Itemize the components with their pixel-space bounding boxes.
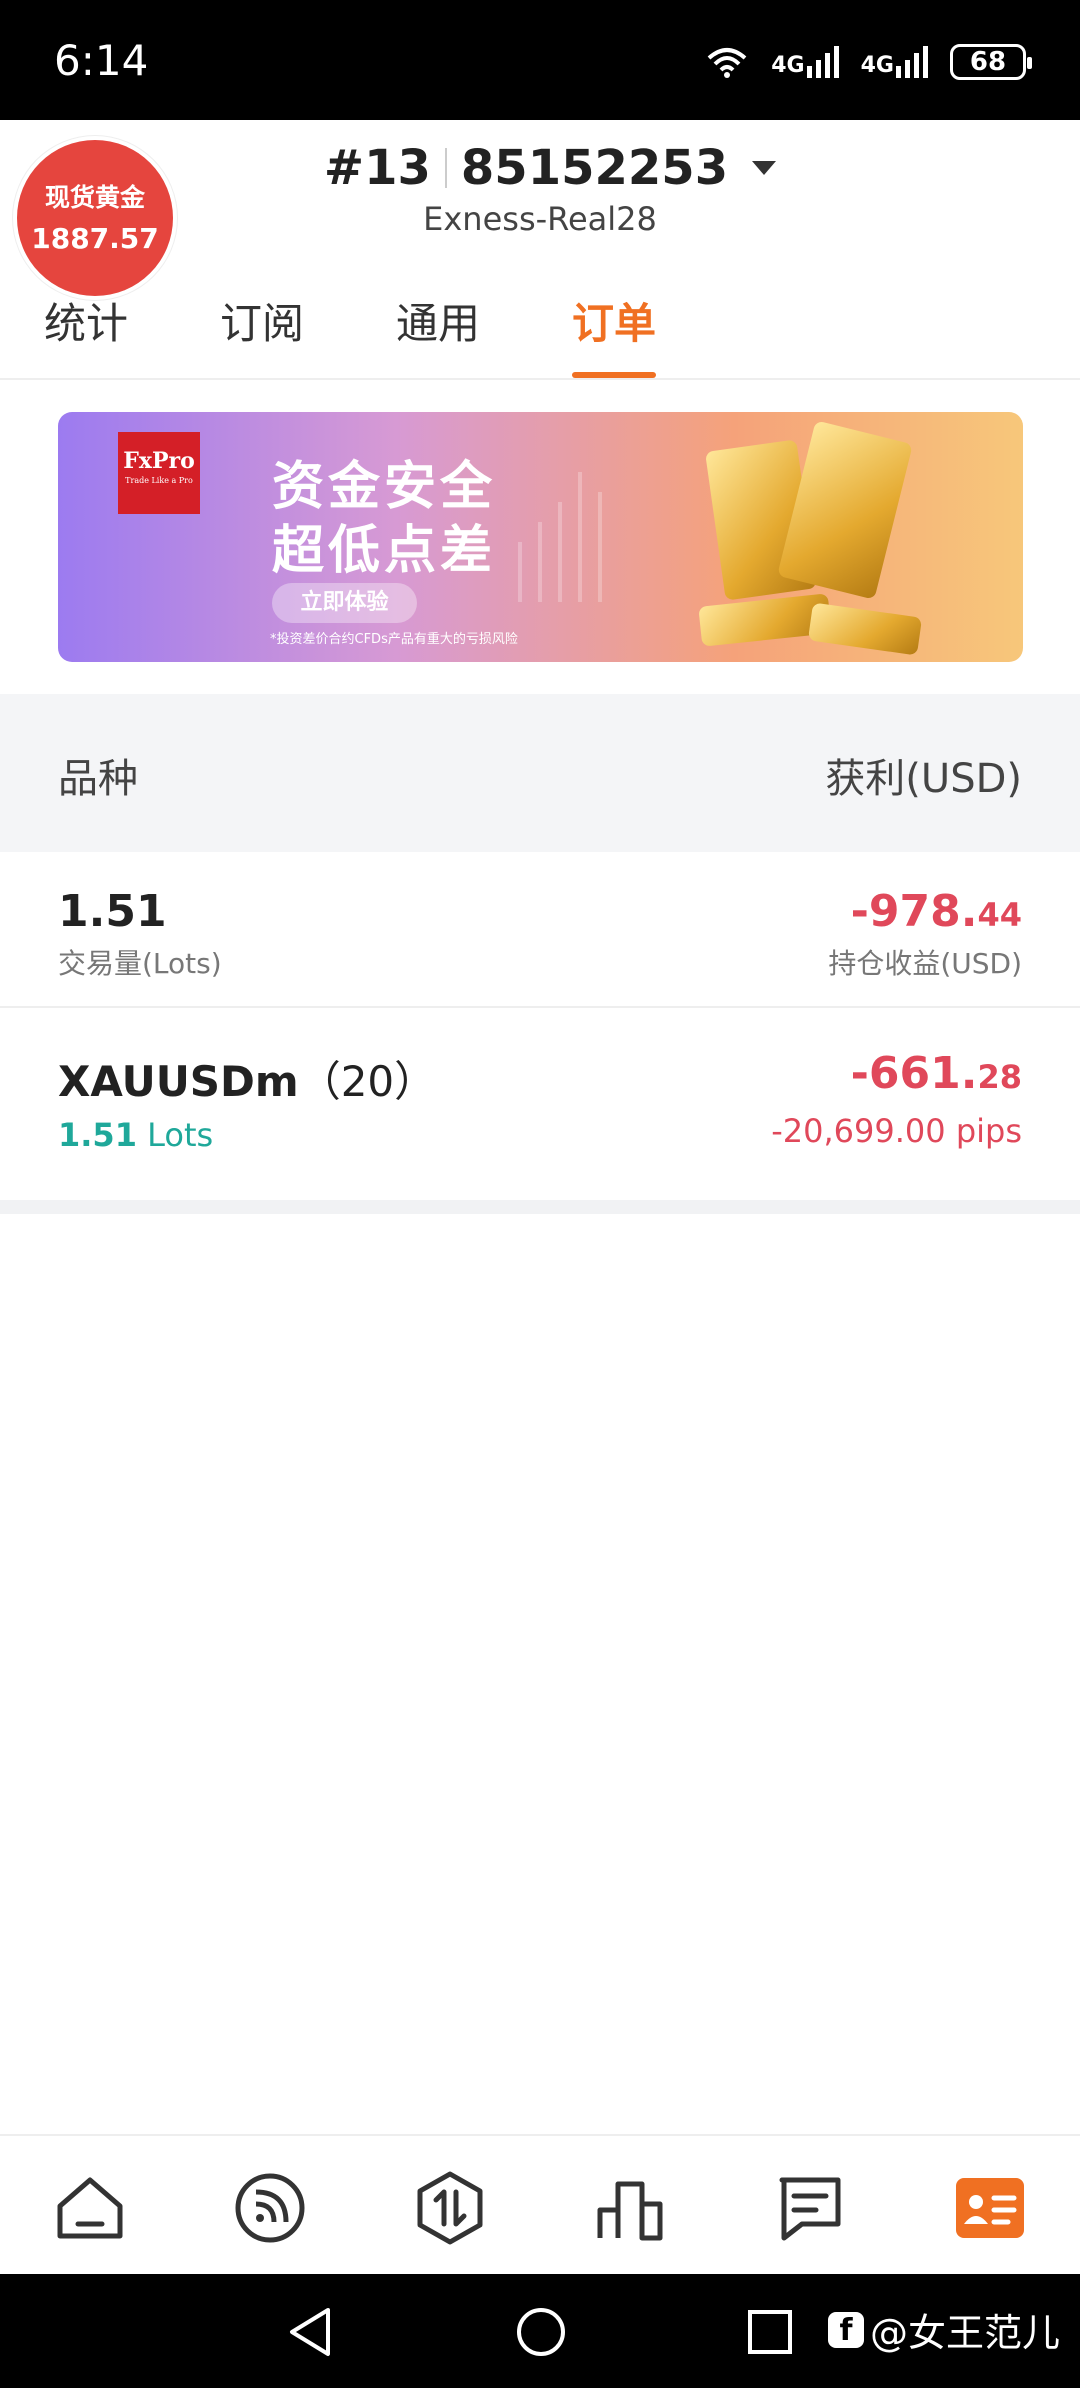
caret-down-icon[interactable] bbox=[752, 161, 777, 175]
status-time: 6:14 bbox=[54, 36, 149, 85]
tab-general[interactable]: 通用 bbox=[396, 290, 480, 378]
total-profit: -978.44 bbox=[850, 886, 1022, 937]
watermark: f @女王范儿 bbox=[827, 2302, 1060, 2357]
trade-icon[interactable] bbox=[412, 2170, 488, 2246]
fxpro-logo: FxPro Trade Like a Pro bbox=[118, 432, 200, 514]
order-symbol: XAUUSDm（20） bbox=[58, 1057, 437, 1106]
signal-2-icon: 4G bbox=[861, 46, 928, 78]
total-profit-label: 持仓收益(USD) bbox=[828, 947, 1022, 980]
column-profit: 获利(USD) bbox=[825, 756, 1022, 802]
column-symbol: 品种 bbox=[58, 756, 138, 802]
gold-badge-price: 1887.57 bbox=[31, 222, 159, 255]
home-circle-icon[interactable] bbox=[514, 2304, 568, 2360]
total-lots: 1.51 bbox=[58, 886, 167, 937]
bottom-nav bbox=[0, 2134, 1080, 2274]
divider bbox=[444, 148, 447, 188]
divider bbox=[0, 1200, 1080, 1214]
active-tab-indicator bbox=[572, 372, 657, 378]
account-number: 85152253 bbox=[460, 140, 729, 196]
account-prefix: #13 bbox=[323, 140, 431, 196]
banner-cta-button[interactable]: 立即体验 bbox=[272, 583, 417, 623]
battery-icon: 68 bbox=[950, 44, 1032, 80]
home-icon[interactable] bbox=[52, 2170, 128, 2246]
order-pips: -20,699.00 pips bbox=[771, 1112, 1022, 1150]
summary-row: 1.51 交易量(Lots) -978.44 持仓收益(USD) bbox=[0, 852, 1080, 1008]
tab-bar: 统计 订阅 通用 订单 bbox=[0, 290, 1080, 380]
order-profit: -661.28 bbox=[850, 1048, 1022, 1099]
feed-icon[interactable] bbox=[232, 2170, 308, 2246]
list-header: 品种 获利(USD) bbox=[0, 694, 1080, 852]
tab-orders[interactable]: 订单 bbox=[572, 290, 657, 378]
order-row[interactable]: XAUUSDm（20） 1.51 Lots -661.28 -20,699.00… bbox=[0, 1008, 1080, 1200]
gold-price-badge[interactable]: 现货黄金 1887.57 bbox=[17, 140, 173, 296]
chart-icon[interactable] bbox=[592, 2170, 668, 2246]
total-lots-label: 交易量(Lots) bbox=[58, 947, 222, 980]
wifi-icon bbox=[707, 48, 747, 78]
system-nav-bar: f @女王范儿 bbox=[0, 2274, 1080, 2388]
message-icon[interactable] bbox=[772, 2170, 848, 2246]
recents-icon[interactable] bbox=[744, 2304, 794, 2360]
profile-card-icon[interactable] bbox=[952, 2170, 1028, 2246]
status-icons: 4G 4G 68 bbox=[705, 44, 1032, 80]
facebook-icon: f bbox=[827, 2311, 864, 2348]
banner-title-2: 超低点差 bbox=[272, 521, 497, 581]
signal-1-icon: 4G bbox=[771, 46, 839, 78]
status-bar: 6:14 4G 4G 68 bbox=[0, 0, 1080, 120]
tab-stats[interactable]: 统计 bbox=[44, 290, 128, 378]
tab-subscribe[interactable]: 订阅 bbox=[220, 290, 304, 378]
order-lots: 1.51 Lots bbox=[58, 1116, 214, 1154]
back-icon[interactable] bbox=[284, 2304, 334, 2360]
banner-risk-note: *投资差价合约CFDs产品有重大的亏损风险 bbox=[270, 632, 518, 647]
gold-badge-label: 现货黄金 bbox=[44, 183, 145, 212]
